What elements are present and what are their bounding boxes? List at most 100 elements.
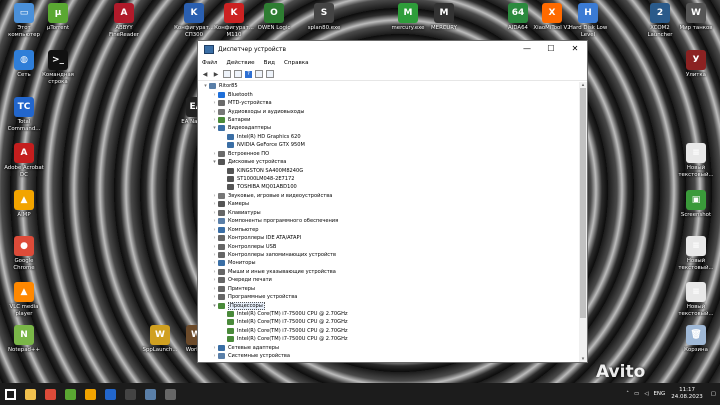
expander-icon[interactable]: › [211,353,218,359]
chrome-icon[interactable] [40,383,60,405]
aimp-icon[interactable] [80,383,100,405]
tree-item[interactable]: › Контроллеры IDE ATA/ATAPI [198,234,579,242]
expander-icon[interactable]: › [211,201,218,207]
totalcmd-icon[interactable] [100,383,120,405]
clock[interactable]: 11:17 24.08.2023 [671,387,703,401]
desktop-icon[interactable]: Ssplan80.exe [304,3,344,32]
desktop-icon[interactable]: µ µTorrent [38,3,78,32]
desktop-icon[interactable]: H Hard Disk Low Level [568,3,608,38]
minimize-button[interactable]: — [515,41,539,57]
desktop-icon[interactable]: 2 XCOM2 Launcher [640,3,680,38]
desktop-icon[interactable]: 🗑 Корзина [676,325,716,354]
desktop-icon[interactable]: ≡ Новый текстовый... [676,282,716,317]
device-tree[interactable]: ▾ Ritor85 › Bluetooth › MTD-устройства › Аудиов… [198,82,579,362]
scroll-thumb[interactable] [580,88,586,318]
tree-item[interactable]: Intel(R) Core(TM) i7-7500U CPU @ 2.70GHz [198,318,579,326]
tree-item[interactable]: › Компоненты программного обеспечения [198,217,579,225]
desktop-icon[interactable]: ▲ VLC media player [4,282,44,317]
desktop-icon[interactable]: W Мир танков [676,3,716,32]
tree-item[interactable]: › Батареи [198,116,579,124]
expander-icon[interactable]: › [211,210,218,216]
tree-item[interactable]: › Сетевые адаптеры [198,344,579,352]
driver-icon[interactable] [255,70,263,78]
close-button[interactable]: ✕ [563,41,587,57]
expander-icon[interactable]: ▾ [211,125,218,131]
maximize-button[interactable]: ☐ [539,41,563,57]
tree-item[interactable]: › Мониторы [198,259,579,267]
expander-icon[interactable]: › [211,227,218,233]
start-icon[interactable] [0,383,20,405]
desktop-icon[interactable]: A ABBYY FineReader [104,3,144,38]
expander-icon[interactable]: › [211,244,218,250]
tree-item[interactable]: Intel(R) HD Graphics 620 [198,133,579,141]
expander-icon[interactable]: › [211,193,218,199]
back-arrow-icon[interactable]: ◀ [201,70,209,78]
tree-item[interactable]: ▾ Ritor85 [198,82,579,90]
expander-icon[interactable]: ▾ [211,159,218,165]
expander-icon[interactable]: › [211,109,218,115]
expander-icon[interactable]: › [211,252,218,258]
expander-icon[interactable]: › [211,151,218,157]
menu-file[interactable]: Файл [202,60,217,66]
expander-icon[interactable]: › [211,345,218,351]
desktop-icon[interactable]: N Notepad++ [4,325,44,354]
desktop-icon[interactable]: Mmercury.exe [388,3,428,32]
tree-item[interactable]: Intel(R) Core(TM) i7-7500U CPU @ 2.70GHz [198,327,579,335]
tree-item[interactable]: ▾ Процессоры [198,301,579,310]
desktop-icon[interactable]: W SppLaunch... [140,325,180,354]
forward-arrow-icon[interactable]: ▶ [212,70,220,78]
desktop-icon[interactable]: TC Total Command... [4,97,44,132]
desktop-icon[interactable]: M MERCURY [424,3,464,32]
tree-item[interactable]: Intel(R) Core(TM) i7-7500U CPU @ 2.70GHz [198,335,579,343]
network-icon[interactable]: ▭ [634,391,639,397]
tree-item[interactable]: › Камеры [198,200,579,208]
tree-item[interactable]: › Bluetooth [198,90,579,98]
tree-item[interactable]: › MTD-устройства [198,99,579,107]
tree-item[interactable]: › Контроллеры запоминающих устройств [198,251,579,259]
vertical-scrollbar[interactable]: ▴ ▾ [579,82,587,362]
desktop-icon[interactable]: K Конфигурат... М110 [214,3,254,38]
volume-icon[interactable]: ◁ [644,391,648,397]
expander-icon[interactable]: ▾ [202,83,209,89]
monitor-icon[interactable] [266,70,274,78]
expander-icon[interactable]: › [211,260,218,266]
properties-icon[interactable] [223,70,231,78]
desktop-icon[interactable]: ▣ Screenshot [676,190,716,219]
torrent-icon[interactable] [60,383,80,405]
view-list-icon[interactable] [234,70,242,78]
desktop-icon[interactable]: O OWEN Logic [254,3,294,32]
tree-item[interactable]: NVIDIA GeForce GTX 950M [198,141,579,149]
app-icon[interactable] [120,383,140,405]
tree-item[interactable]: ST1000LM048-2E7172 [198,175,579,183]
tree-item[interactable]: › Аудиовходы и аудиовыходы [198,107,579,115]
app2-icon[interactable] [160,383,180,405]
tree-item[interactable]: Intel(R) Core(TM) i7-7500U CPU @ 2.70GHz [198,310,579,318]
expander-icon[interactable]: › [211,117,218,123]
tree-item[interactable]: › Компьютер [198,225,579,233]
tree-item[interactable]: KINGSTON SA400M8240G [198,166,579,174]
chevron-up-icon[interactable]: ˄ [626,391,629,397]
expander-icon[interactable]: › [211,269,218,275]
device-manager-window[interactable]: Диспетчер устройств — ☐ ✕ Файл Действие … [197,40,588,363]
menu-view[interactable]: Вид [264,60,275,66]
tree-item[interactable]: › Системные устройства [198,352,579,360]
desktop-icon[interactable]: ● Google Chrome [4,236,44,271]
notifications-icon[interactable]: ▢ [711,391,716,397]
tree-item[interactable]: › Очереди печати [198,276,579,284]
tree-item[interactable]: › Принтеры [198,285,579,293]
tree-item[interactable]: › Контроллеры USB [198,242,579,250]
scroll-down-icon[interactable]: ▾ [579,356,587,362]
expander-icon[interactable]: › [211,294,218,300]
tree-item[interactable]: › Встроенное ПО [198,150,579,158]
expander-icon[interactable]: › [211,235,218,241]
tree-item[interactable]: ▾ Видеоадаптеры [198,124,579,132]
tree-item[interactable]: ▾ Дисковые устройства [198,158,579,166]
help-icon[interactable]: ? [245,70,252,78]
desktop-icon[interactable]: A Adobe Acrobat DC [4,143,44,178]
expander-icon[interactable]: › [211,277,218,283]
desktop-icon[interactable]: ≡ Новый текстовый... [676,143,716,178]
expander-icon[interactable]: › [211,286,218,292]
desktop-icon[interactable]: X XiaoMiTool V2 [532,3,572,32]
language-indicator[interactable]: ENG [653,391,665,397]
desktop-icon[interactable]: >_ Командная строка [38,50,78,85]
